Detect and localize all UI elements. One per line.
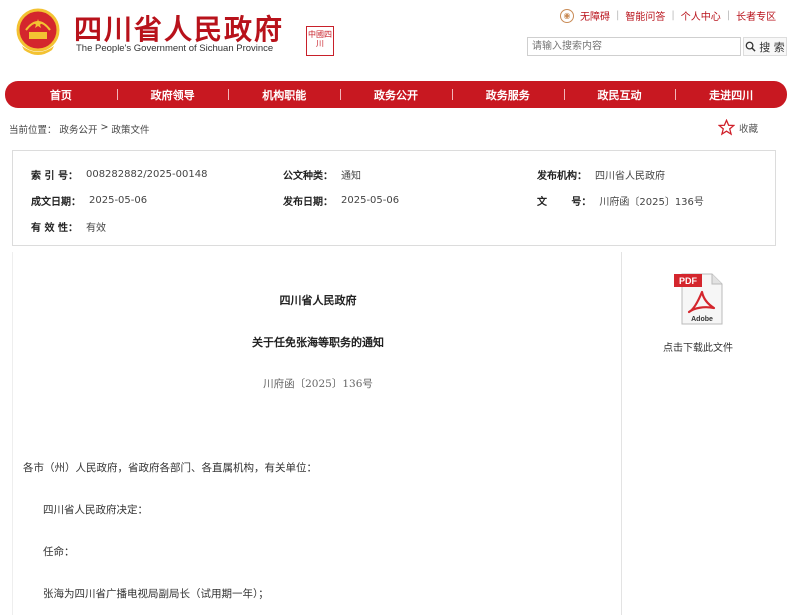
meta-validity: 有 效 性： 有效: [31, 219, 106, 234]
divider: |: [726, 10, 731, 21]
meta-label: 有 效 性：: [31, 223, 78, 234]
link-accessibility[interactable]: 无障碍: [580, 8, 610, 23]
document-number: 川府函〔2025〕136号: [263, 378, 373, 390]
meta-doc-type: 公文种类： 通知: [283, 167, 361, 182]
nav-government-affairs[interactable]: 政务公开: [340, 87, 452, 103]
nav-government-leaders[interactable]: 政府领导: [116, 87, 229, 103]
national-emblem-icon[interactable]: [12, 6, 64, 58]
meta-value: 通知: [341, 171, 361, 182]
nav-home[interactable]: 首页: [5, 87, 117, 103]
meta-value: 有效: [85, 223, 106, 234]
favorite-button[interactable]: 收藏: [718, 119, 758, 136]
breadcrumb-item-government-affairs[interactable]: 政务公开: [60, 122, 98, 136]
site-header: 四川省人民政府 The People's Government of Sichu…: [0, 0, 800, 80]
meta-value: 2025-05-06: [89, 195, 148, 206]
search-button[interactable]: 搜 索: [743, 37, 787, 56]
meta-label: 成文日期：: [31, 197, 81, 208]
site-title-english: The People's Government of Sichuan Provi…: [76, 43, 274, 54]
sichuan-seal-logo: 中國四川: [306, 26, 334, 56]
meta-label: 公文种类：: [283, 171, 333, 182]
document-paragraph: 四川省人民政府决定：: [43, 504, 148, 516]
meta-row: 有 效 性： 有效: [13, 219, 775, 239]
main-nav: 首页 政府领导 机构职能 政务公开 政务服务 政民互动 走进四川: [5, 81, 787, 108]
meta-value: 四川省人民政府: [595, 171, 665, 182]
document-content: 四川省人民政府 关于任免张海等职务的通知 川府函〔2025〕136号 各市（州）…: [12, 252, 622, 615]
divider: |: [671, 10, 675, 21]
site-title[interactable]: 四川省人民政府: [74, 8, 284, 48]
document-metadata: 索 引 号： 008282882/2025-00148 公文种类： 通知 发布机…: [12, 150, 776, 246]
pdf-icon-label: PDF: [679, 276, 698, 286]
nav-about-sichuan[interactable]: 走进四川: [675, 87, 787, 103]
search-button-label: 搜 索: [759, 40, 785, 54]
document-paragraph: 任命：: [43, 546, 75, 558]
nav-institutions[interactable]: 机构职能: [228, 87, 340, 103]
favorite-label: 收藏: [739, 123, 759, 135]
nav-government-services[interactable]: 政务服务: [451, 87, 564, 103]
download-file-link[interactable]: 点击下载此文件: [624, 339, 772, 354]
document-paragraph: 各市（州）人民政府，省政府各部门、各直属机构，有关单位：: [23, 462, 317, 474]
breadcrumb: 当前位置： 政务公开 > 政策文件: [9, 122, 150, 136]
breadcrumb-item-policy-documents[interactable]: 政策文件: [112, 122, 150, 136]
meta-index: 索 引 号： 008282882/2025-00148: [31, 167, 207, 182]
download-sidebar: PDF Adobe 点击下载此文件: [624, 252, 800, 615]
pdf-download-icon[interactable]: PDF Adobe: [672, 270, 728, 326]
breadcrumb-separator: >: [100, 122, 109, 133]
meta-label: 发布机构：: [537, 171, 587, 182]
meta-label: 索 引 号：: [31, 171, 78, 182]
meta-value: 川府函〔2025〕136号: [599, 197, 704, 208]
pdf-icon-brand: Adobe: [691, 316, 713, 323]
divider: |: [616, 10, 620, 21]
meta-label: 文 号：: [537, 197, 592, 208]
meta-row: 成文日期： 2025-05-06 发布日期： 2025-05-06 文 号： 川…: [13, 193, 775, 213]
meta-issuer: 发布机构： 四川省人民政府: [537, 167, 665, 182]
document-paragraph: 张海为四川省广播电视局副局长（试用期一年）；: [43, 588, 269, 600]
link-personal-center[interactable]: 个人中心: [681, 8, 721, 23]
top-links: ◉ 无障碍 | 智能问答 | 个人中心 | 长者专区: [560, 8, 776, 23]
link-elderly-zone[interactable]: 长者专区: [736, 8, 776, 23]
document-title: 关于任免张海等职务的通知: [252, 336, 384, 349]
meta-label: 发布日期：: [283, 197, 333, 208]
nav-interaction[interactable]: 政民互动: [563, 87, 676, 103]
document-issuer: 四川省人民政府: [279, 294, 357, 307]
seal-text: 中國四川: [308, 30, 332, 48]
link-smart-qa[interactable]: 智能问答: [625, 8, 665, 23]
breadcrumb-prefix: 当前位置：: [9, 125, 57, 136]
search-input[interactable]: [527, 37, 741, 56]
meta-doc-number: 文 号： 川府函〔2025〕136号: [537, 193, 704, 208]
meta-row: 索 引 号： 008282882/2025-00148 公文种类： 通知 发布机…: [13, 167, 775, 187]
search-icon: [745, 41, 756, 52]
meta-published-date: 发布日期： 2025-05-06: [283, 193, 399, 208]
accessibility-icon[interactable]: ◉: [560, 8, 574, 23]
meta-written-date: 成文日期： 2025-05-06: [31, 193, 147, 208]
meta-value: 2025-05-06: [341, 195, 400, 206]
meta-value: 008282882/2025-00148: [85, 169, 208, 180]
star-icon: [718, 119, 735, 136]
